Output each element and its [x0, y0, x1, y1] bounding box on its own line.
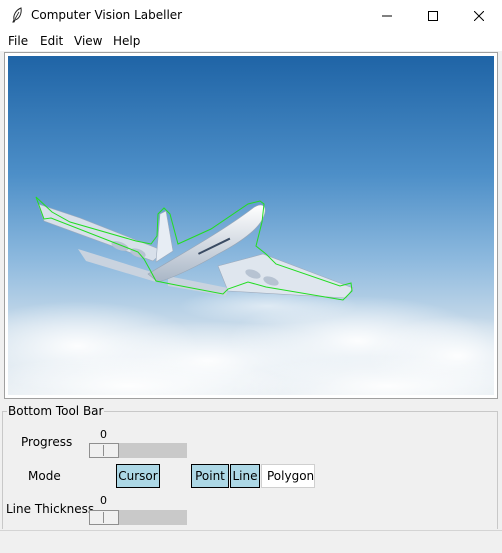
maximize-button[interactable]: [410, 0, 456, 31]
cursor-button[interactable]: Cursor: [116, 464, 160, 488]
line-thickness-label: Line Thickness: [6, 502, 95, 516]
close-button[interactable]: [456, 0, 502, 31]
polygon-button[interactable]: Polygon: [261, 464, 315, 488]
image-canvas[interactable]: [8, 56, 494, 395]
line-thickness-slider[interactable]: [89, 510, 187, 525]
menu-file[interactable]: File: [8, 34, 28, 48]
feather-icon: [12, 7, 22, 23]
menu-view[interactable]: View: [74, 34, 102, 48]
menu-help[interactable]: Help: [113, 34, 140, 48]
progress-slider-handle[interactable]: [89, 443, 119, 458]
progress-value: 0: [100, 428, 107, 441]
menu-bar: File Edit View Help: [0, 31, 502, 51]
progress-slider[interactable]: [89, 443, 187, 458]
title-bar: Computer Vision Labeller: [0, 0, 502, 31]
line-thickness-slider-handle[interactable]: [89, 510, 119, 525]
line-button[interactable]: Line: [230, 464, 260, 488]
image-canvas-frame: [4, 52, 498, 399]
progress-label: Progress: [21, 435, 73, 449]
window-title: Computer Vision Labeller: [31, 8, 183, 22]
toolbar-title: Bottom Tool Bar: [7, 404, 105, 418]
line-thickness-value: 0: [100, 494, 107, 507]
maximize-icon: [428, 10, 438, 21]
close-icon: [474, 10, 484, 21]
minimize-button[interactable]: [364, 0, 410, 31]
mode-label: Mode: [28, 469, 61, 483]
airplane-photo: [8, 56, 494, 395]
point-button[interactable]: Point: [191, 464, 229, 488]
status-bar: [0, 530, 502, 553]
minimize-icon: [382, 15, 392, 16]
menu-edit[interactable]: Edit: [40, 34, 63, 48]
